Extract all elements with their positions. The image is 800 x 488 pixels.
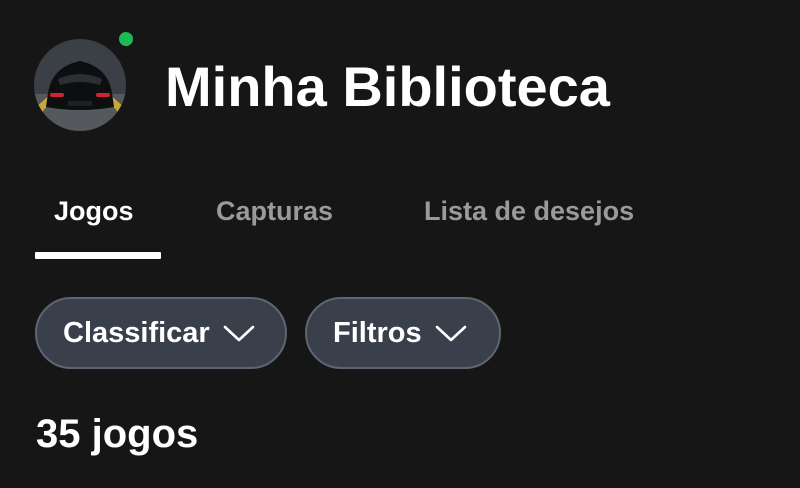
filter-label: Filtros [333, 316, 422, 349]
page-title: Minha Biblioteca [165, 55, 610, 118]
car-avatar-icon [34, 39, 126, 131]
chevron-down-icon [434, 323, 468, 343]
game-count: 35 jogos [36, 412, 199, 456]
tab-lista-de-desejos[interactable]: Lista de desejos [424, 196, 634, 227]
tab-capturas[interactable]: Capturas [216, 196, 333, 227]
online-status-dot [119, 32, 133, 46]
filter-button[interactable]: Filtros [305, 297, 501, 369]
active-tab-indicator [35, 252, 161, 259]
avatar[interactable] [34, 39, 126, 131]
sort-label: Classificar [63, 316, 210, 349]
chevron-down-icon [222, 323, 256, 343]
library-tabs: Jogos Capturas Lista de desejos [0, 190, 800, 260]
sort-button[interactable]: Classificar [35, 297, 287, 369]
tab-jogos[interactable]: Jogos [54, 196, 134, 227]
